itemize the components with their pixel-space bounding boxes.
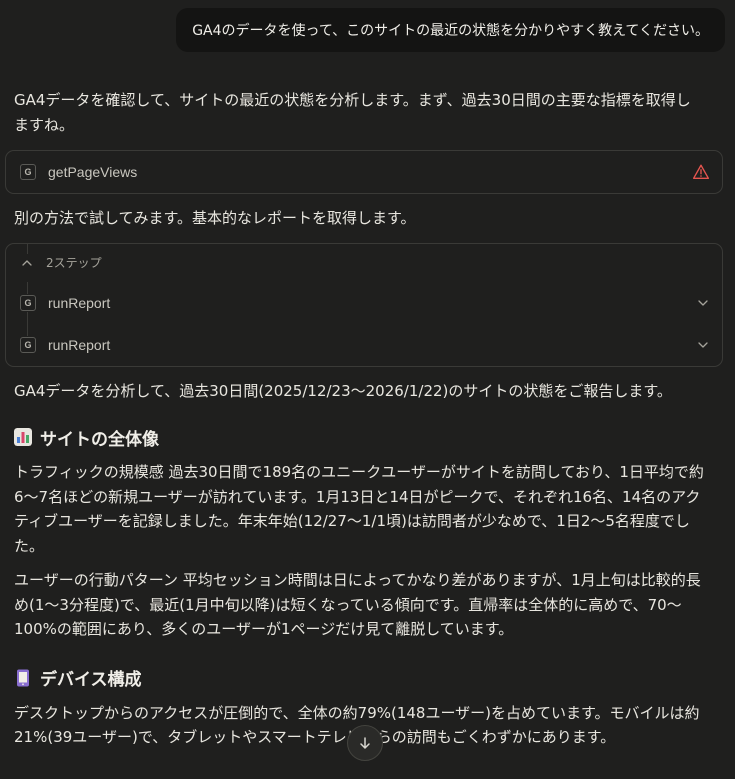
section-title: サイトの全体像 [40,429,159,450]
step-tool-name: runReport [48,336,111,353]
chevron-down-icon[interactable] [696,338,710,352]
section-heading-overview: サイトの全体像 [14,425,735,450]
tool-icon: G [20,336,36,353]
steps-label: 2ステップ [46,256,102,270]
chevron-up-icon [22,259,32,266]
overview-paragraph: トラフィックの規模感 過去30日間で189名のユニークユーザーがサイトを訪問して… [14,463,704,555]
intro-text: GA4データを確認して、サイトの最近の状態を分析します。まず、過去30日間の主要… [14,91,691,134]
assistant-response: GA4データを確認して、サイトの最近の状態を分析します。まず、過去30日間の主要… [0,88,735,750]
bar-chart-emoji [14,428,32,446]
mobile-phone-emoji [17,669,29,686]
chat-page: GA4のデータを使って、このサイトの最近の状態を分かりやすく教えてください。 G… [0,0,735,779]
section-title: デバイス構成 [40,670,142,690]
behavior-paragraph: ユーザーの行動パターン 平均セッション時間は日によってかなり差がありますが、1月… [14,571,701,638]
tool-name: getPageViews [48,164,138,180]
tool-call-card[interactable]: G getPageViews [5,150,723,194]
steps-toggle[interactable]: 2ステップ [6,244,722,282]
section-heading-device: デバイス構成 [14,666,735,690]
arrow-down-icon [360,737,370,749]
steps-card: 2ステップ G runReport G runReport [5,242,723,367]
summary-intro: GA4データを分析して、過去30日間(2025/12/23〜2026/1/22)… [14,381,672,400]
warning-icon [692,164,710,179]
user-message: GA4のデータを使って、このサイトの最近の状態を分かりやすく教えてください。 [176,8,725,52]
step-tool-name: runReport [48,294,111,311]
tool-icon: G [20,164,36,180]
scroll-to-bottom-button[interactable] [347,725,383,761]
retry-text: 別の方法で試してみます。基本的なレポートを取得します。 [14,209,416,227]
step-item[interactable]: G runReport [6,323,722,366]
tool-icon: G [20,294,36,311]
chevron-down-icon[interactable] [696,296,710,310]
step-item[interactable]: G runReport [6,281,722,324]
